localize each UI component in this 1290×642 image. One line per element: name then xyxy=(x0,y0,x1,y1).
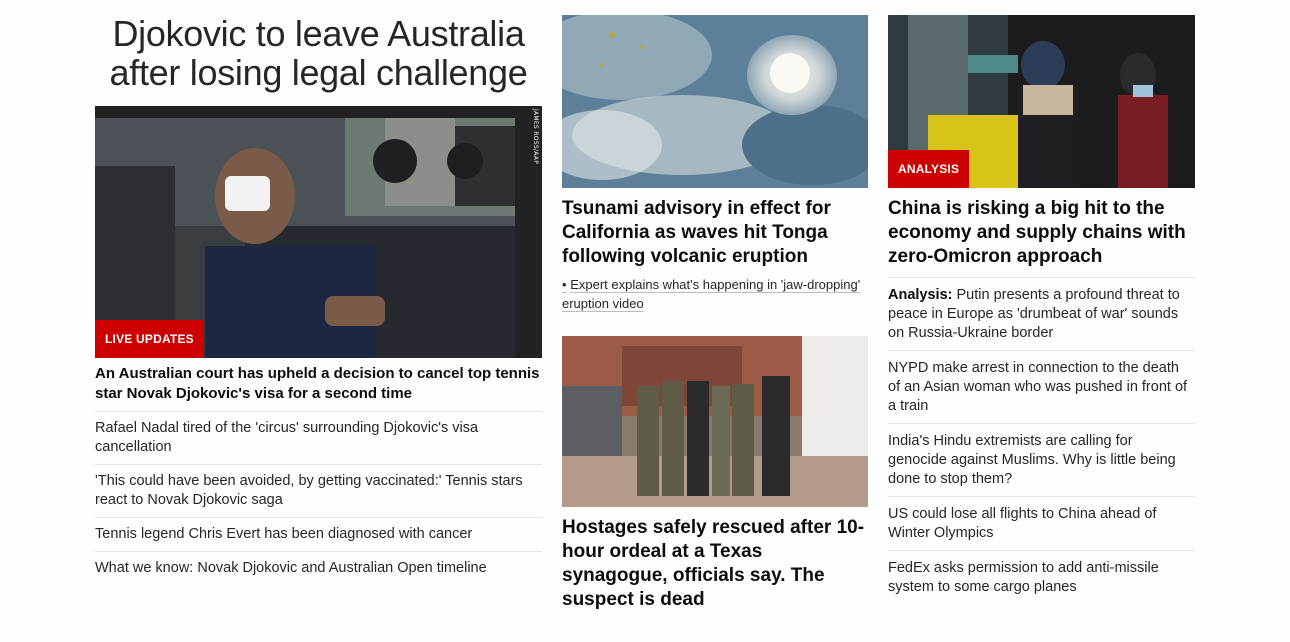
story-link[interactable]: NYPD make arrest in connection to the de… xyxy=(888,350,1195,423)
lead-story-title[interactable]: Djokovic to leave Australia after losing… xyxy=(95,14,542,92)
story-link[interactable]: FedEx asks permission to add anti-missil… xyxy=(888,550,1195,604)
story-link-text: NYPD make arrest in connection to the de… xyxy=(888,360,1188,414)
bullet: • xyxy=(562,277,567,293)
related-story-link[interactable]: What we know: Novak Djokovic and Austral… xyxy=(95,552,542,585)
analysis-badge[interactable]: ANALYSIS xyxy=(888,150,970,188)
lead-story-photo[interactable]: JAMES ROSS/AAP LIVE UPDATES xyxy=(95,106,542,358)
synagogue-photo[interactable] xyxy=(562,336,868,507)
lead-headline-link[interactable]: An Australian court has upheld a decisio… xyxy=(95,358,542,412)
lead-story-column: Djokovic to leave Australia after losing… xyxy=(95,0,542,585)
story-link-text: India's Hindu extremists are calling for… xyxy=(888,433,1176,487)
tsunami-headline-link[interactable]: Tsunami advisory in effect for Californi… xyxy=(562,197,868,269)
china-headline-link[interactable]: China is risking a big hit to the econom… xyxy=(888,197,1195,269)
story-link-text: FedEx asks permission to add anti-missil… xyxy=(888,560,1159,595)
live-updates-badge[interactable]: LIVE UPDATES xyxy=(95,320,204,358)
tonga-eruption-photo[interactable] xyxy=(562,15,868,188)
photo-credit: JAMES ROSS/AAP xyxy=(532,109,539,165)
related-story-link[interactable]: Rafael Nadal tired of the 'circus' surro… xyxy=(95,412,542,465)
related-story-link[interactable]: 'This could have been avoided, by gettin… xyxy=(95,465,542,518)
right-column: ANALYSIS China is risking a big hit to t… xyxy=(888,0,1195,604)
synagogue-headline-link[interactable]: Hostages safely rescued after 10-hour or… xyxy=(562,516,868,612)
eruption-video-link[interactable]: • Expert explains what's happening in 'j… xyxy=(562,275,868,313)
officers-scene-image xyxy=(562,336,868,507)
satellite-eruption-image xyxy=(562,15,868,188)
middle-column: Tsunami advisory in effect for Californi… xyxy=(562,0,868,612)
eruption-video-link-text: Expert explains what's happening in 'jaw… xyxy=(562,277,861,312)
related-stories-list: Rafael Nadal tired of the 'circus' surro… xyxy=(95,412,542,585)
china-covid-photo[interactable]: ANALYSIS xyxy=(888,15,1195,188)
story-link-text: US could lose all flights to China ahead… xyxy=(888,506,1157,541)
story-link[interactable]: Analysis: Putin presents a profound thre… xyxy=(888,277,1195,350)
related-story-link[interactable]: Tennis legend Chris Evert has been diagn… xyxy=(95,518,542,552)
analysis-label: Analysis: xyxy=(888,287,953,303)
story-link[interactable]: India's Hindu extremists are calling for… xyxy=(888,423,1195,496)
story-link[interactable]: US could lose all flights to China ahead… xyxy=(888,496,1195,550)
right-stories-list: Analysis: Putin presents a profound thre… xyxy=(888,277,1195,604)
